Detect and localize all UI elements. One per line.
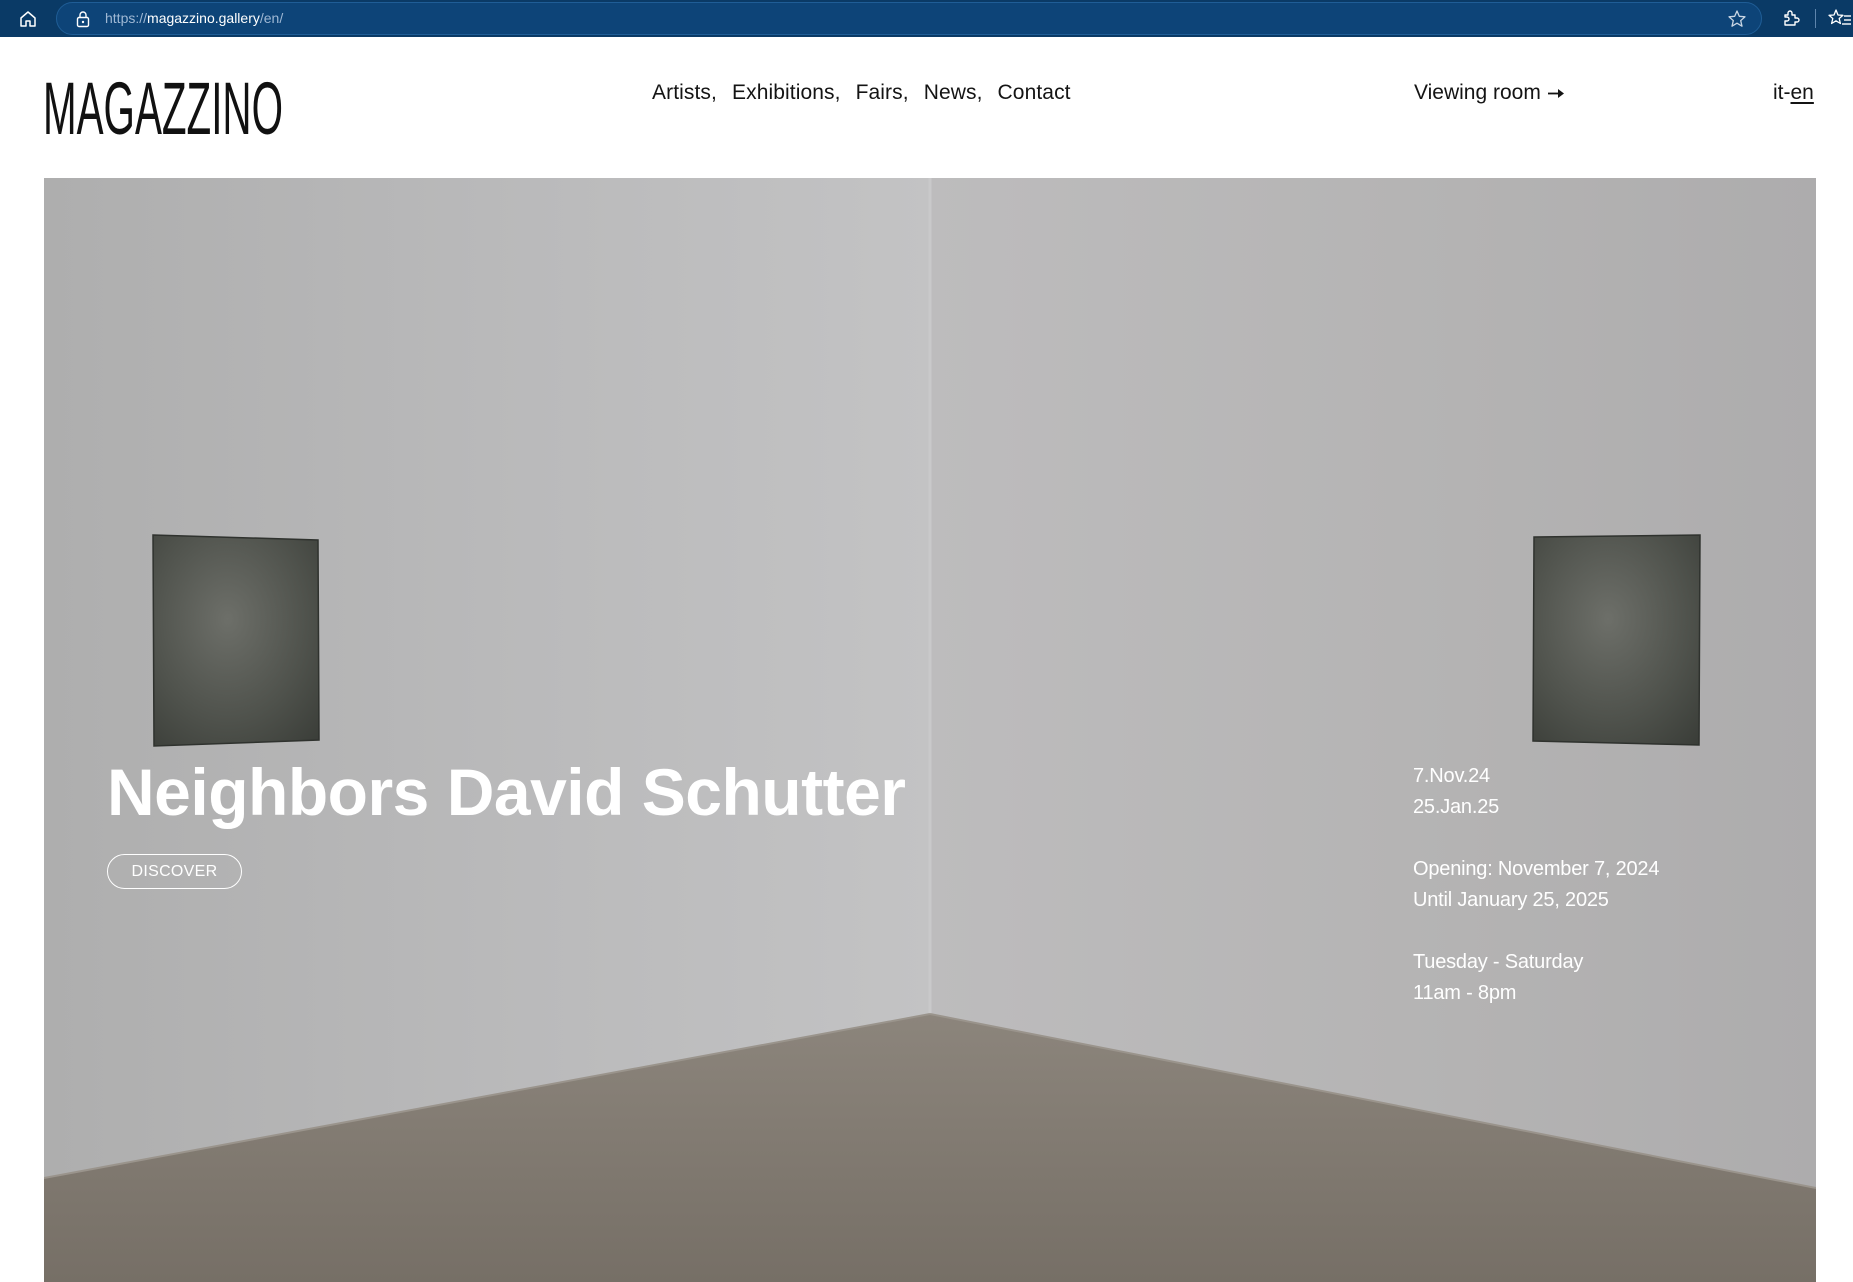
lang-it[interactable]: it: [1773, 81, 1784, 104]
toolbar-separator: [1815, 9, 1816, 28]
exhibition-opening: Opening: November 7, 2024 Until January …: [1413, 854, 1659, 916]
lang-en[interactable]: en: [1791, 81, 1814, 104]
address-bar[interactable]: https://magazzino.gallery/en/: [56, 2, 1762, 35]
lock-icon[interactable]: [75, 10, 91, 28]
url-text: https://magazzino.gallery/en/: [105, 10, 283, 26]
site-logo[interactable]: MAGAZZINO: [43, 74, 283, 140]
gallery-room-photo: [44, 178, 1816, 1282]
star-icon[interactable]: [1727, 9, 1747, 29]
date-end: 25.Jan.25: [1413, 796, 1500, 818]
browser-toolbar: https://magazzino.gallery/en/: [0, 0, 1853, 37]
discover-button[interactable]: DISCOVER: [107, 854, 242, 889]
nav-contact[interactable]: Contact: [998, 81, 1071, 105]
url-host: magazzino.gallery: [147, 10, 260, 26]
puzzle-icon[interactable]: [1780, 7, 1802, 29]
nav-exhibitions[interactable]: Exhibitions,: [732, 81, 841, 105]
lang-separator: -: [1783, 81, 1791, 104]
home-icon: [20, 11, 36, 27]
nav-artists[interactable]: Artists,: [652, 81, 717, 105]
exhibition-dates: 7.Nov.24 25.Jan.25: [1413, 761, 1499, 823]
opening-hours: Tuesday - Saturday 11am - 8pm: [1413, 947, 1583, 1009]
date-start: 7.Nov.24: [1413, 765, 1490, 787]
hours-text: 11am - 8pm: [1413, 982, 1517, 1004]
main-nav: Artists, Exhibitions, Fairs, News, Conta…: [652, 81, 1086, 105]
favorites-icon[interactable]: [1828, 7, 1852, 29]
logo-wordmark: MAGAZZINO: [43, 74, 283, 140]
until-text: Until January 25, 2025: [1413, 889, 1609, 911]
viewing-room-link[interactable]: Viewing room: [1414, 81, 1565, 105]
url-scheme: https://: [105, 10, 148, 26]
nav-fairs[interactable]: Fairs,: [856, 81, 909, 105]
home-button[interactable]: [16, 7, 40, 31]
logo-text: MAGAZZINO: [43, 74, 283, 140]
language-switch: it-en: [1773, 81, 1814, 105]
painting-left: [152, 534, 320, 747]
url-path: /en/: [259, 10, 284, 26]
viewing-room-label: Viewing room: [1414, 81, 1541, 104]
arrow-right-icon: [1547, 89, 1564, 98]
exhibition-title[interactable]: Neighbors David Schutter: [107, 754, 906, 830]
hero-exhibition[interactable]: Neighbors David Schutter DISCOVER 7.Nov.…: [44, 178, 1816, 1282]
days-text: Tuesday - Saturday: [1413, 951, 1584, 973]
painting-right: [1532, 534, 1701, 746]
opening-text: Opening: November 7, 2024: [1413, 858, 1660, 880]
nav-news[interactable]: News,: [924, 81, 983, 105]
